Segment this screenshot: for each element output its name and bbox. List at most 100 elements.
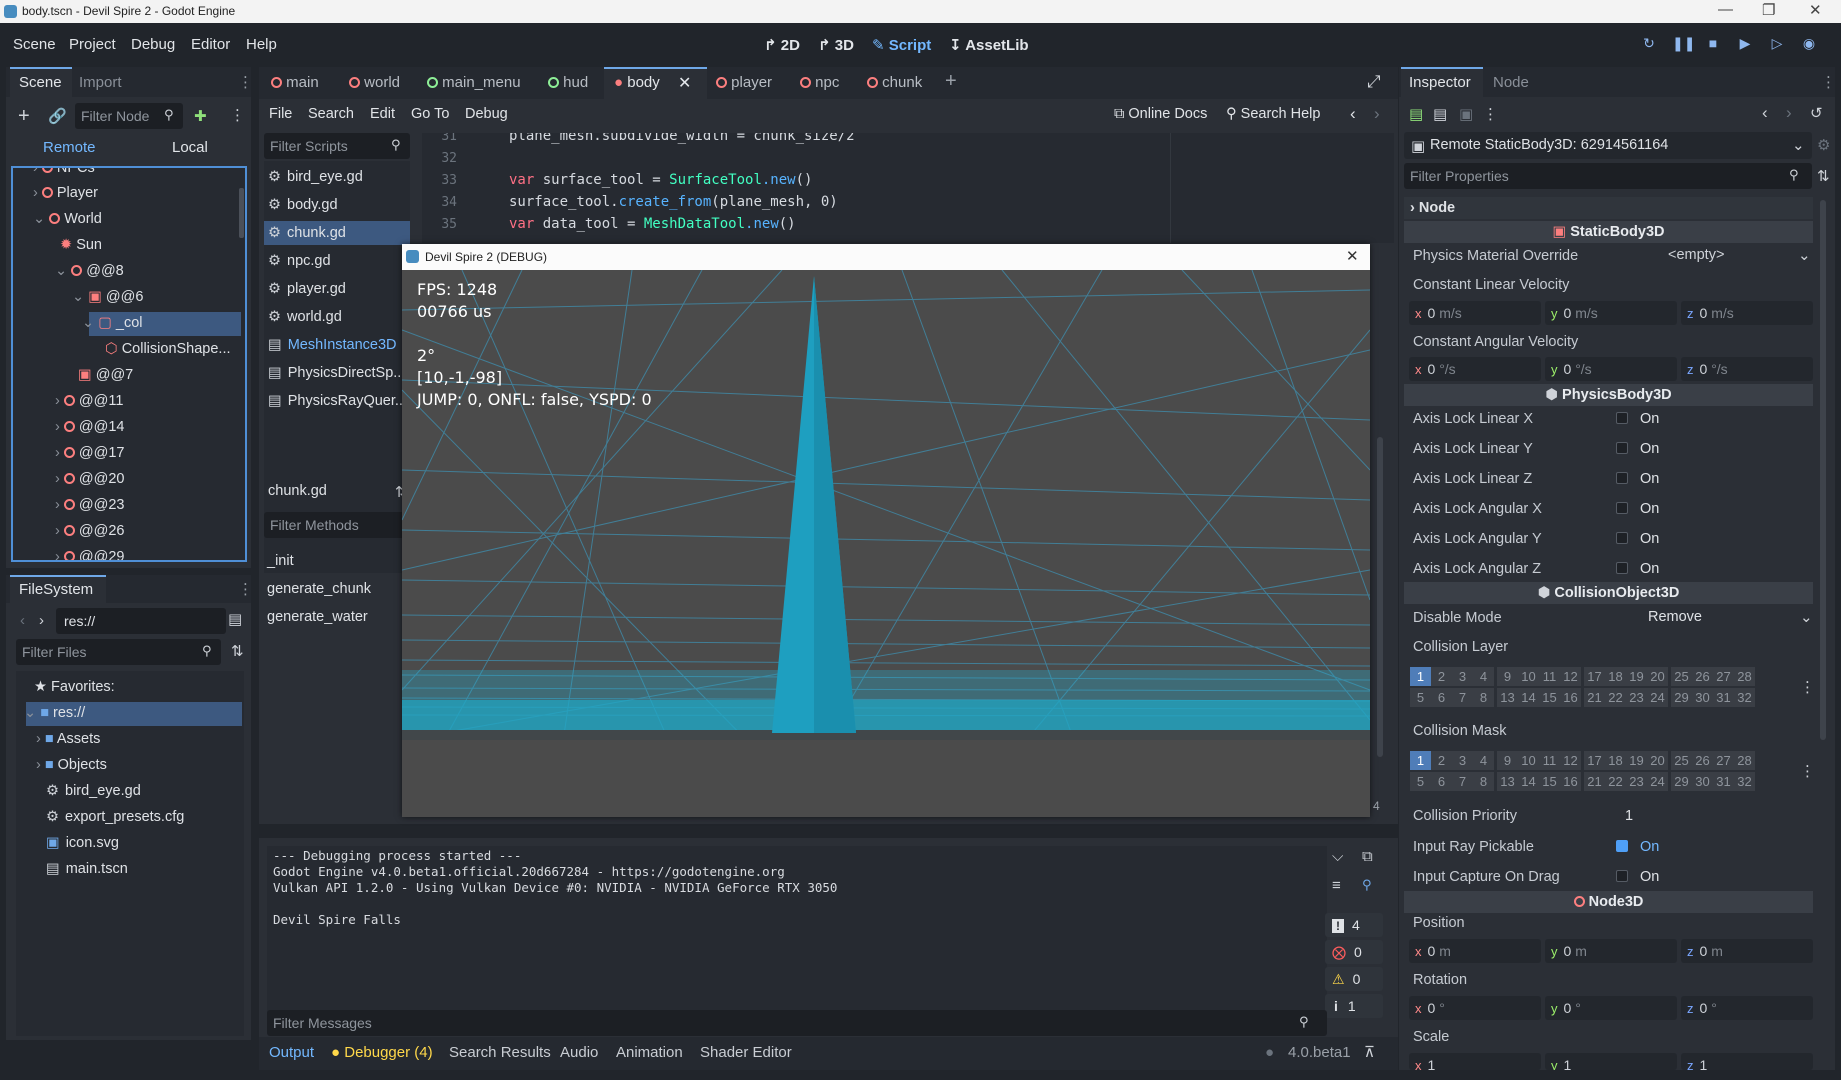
position-z[interactable]: z0 m xyxy=(1681,939,1813,963)
favorites-item[interactable]: ★ Favorites: xyxy=(34,679,115,695)
history-icon[interactable]: ↺ xyxy=(1810,104,1823,122)
layer-bit-27[interactable]: 27 xyxy=(1713,751,1734,770)
scale-y[interactable]: y1 xyxy=(1545,1053,1677,1070)
tab-node[interactable]: Node xyxy=(1493,74,1529,91)
layer-bit-9[interactable]: 9 xyxy=(1497,751,1518,770)
reload-icon[interactable]: ↻ xyxy=(1640,35,1658,53)
layer-bit-12[interactable]: 12 xyxy=(1560,751,1581,770)
maximize-icon[interactable]: ❐ xyxy=(1762,1,1775,19)
stop-icon[interactable]: ■ xyxy=(1704,35,1722,53)
bottom-tab-search-results[interactable]: Search Results xyxy=(449,1044,551,1061)
collision-priority-value[interactable]: 1 xyxy=(1625,808,1633,824)
layer-bit-27[interactable]: 27 xyxy=(1713,667,1734,686)
forward-icon[interactable]: › xyxy=(39,612,44,629)
play-scene-icon[interactable]: ▶ xyxy=(1736,35,1754,53)
scene-tab-npc[interactable]: npc xyxy=(800,74,839,91)
layer-bit-6[interactable]: 6 xyxy=(1431,688,1452,707)
local-tab[interactable]: Local xyxy=(172,139,208,156)
messages-counter[interactable]: ! 4 xyxy=(1325,913,1383,937)
minimize-icon[interactable]: — xyxy=(1718,1,1733,18)
tree-item-17[interactable]: › @@17 xyxy=(55,445,124,461)
menu-editor[interactable]: Editor xyxy=(191,36,230,53)
layer-bit-1[interactable]: 1 xyxy=(1410,667,1431,686)
tree-item-20[interactable]: › @@20 xyxy=(55,471,124,487)
dock-menu-icon[interactable]: ⋮ xyxy=(1821,73,1836,91)
layer-bit-13[interactable]: 13 xyxy=(1497,772,1518,791)
layer-bit-16[interactable]: 16 xyxy=(1560,688,1581,707)
layer-bit-23[interactable]: 23 xyxy=(1626,772,1647,791)
object-properties-icon[interactable]: ⚙ xyxy=(1817,136,1830,154)
layer-bit-17[interactable]: 17 xyxy=(1584,751,1605,770)
position-y[interactable]: y0 m xyxy=(1545,939,1677,963)
layer-bit-14[interactable]: 14 xyxy=(1518,688,1539,707)
script-item-world[interactable]: ⚙ world.gd xyxy=(268,309,342,325)
bottom-tab-output[interactable]: Output xyxy=(269,1044,314,1061)
file-item-bird-eye[interactable]: ⚙ bird_eye.gd xyxy=(46,783,141,799)
layer-bit-11[interactable]: 11 xyxy=(1539,751,1560,770)
input-ray-pickable-toggle[interactable]: On xyxy=(1616,839,1659,855)
errors-counter[interactable]: ⨂ 0 xyxy=(1325,940,1383,964)
output-log[interactable]: --- Debugging process started --- Godot … xyxy=(267,846,1327,1016)
file-item-export-presets[interactable]: ⚙ export_presets.cfg xyxy=(46,809,184,825)
doc-item-physicsray[interactable]: ▤ PhysicsRayQuer... xyxy=(268,393,407,409)
layer-bit-16[interactable]: 16 xyxy=(1560,772,1581,791)
layer-bit-4[interactable]: 4 xyxy=(1473,667,1494,686)
layer-bit-1[interactable]: 1 xyxy=(1410,751,1431,770)
axis-lock-1-toggle[interactable]: On xyxy=(1616,441,1659,457)
close-icon[interactable]: ✕ xyxy=(1346,247,1359,265)
bottom-tab-audio[interactable]: Audio xyxy=(560,1044,598,1061)
collision-layer-grid[interactable]: 1 2 3 4 9 10 11 12 17 18 19 20 25 26 27 28 5 6 7 8 13 14 15 16 2… xyxy=(1410,667,1755,707)
objects-folder-item[interactable]: › ■ Objects xyxy=(36,757,107,773)
scene-tab-main-menu[interactable]: main_menu xyxy=(427,74,521,91)
collision-layer-menu-icon[interactable]: ⋮ xyxy=(1800,678,1815,696)
script-item-body[interactable]: ⚙ body.gd xyxy=(268,197,338,213)
layer-bit-12[interactable]: 12 xyxy=(1560,667,1581,686)
menu-project[interactable]: Project xyxy=(69,36,116,53)
layer-bit-15[interactable]: 15 xyxy=(1539,688,1560,707)
layer-bit-2[interactable]: 2 xyxy=(1431,751,1452,770)
layer-bit-26[interactable]: 26 xyxy=(1692,751,1713,770)
layer-bit-15[interactable]: 15 xyxy=(1539,772,1560,791)
layer-bit-24[interactable]: 24 xyxy=(1647,688,1668,707)
warnings-counter[interactable]: ⚠ 0 xyxy=(1325,967,1383,991)
axis-lock-4-toggle[interactable]: On xyxy=(1616,531,1659,547)
split-view-icon[interactable]: ▤ xyxy=(228,610,242,628)
tree-item-world[interactable]: ⌄ World xyxy=(33,211,102,227)
menu-help[interactable]: Help xyxy=(246,36,277,53)
new-resource-icon[interactable]: ▤ xyxy=(1409,105,1423,123)
clear-output-icon[interactable]: ⌵ xyxy=(1332,848,1343,865)
section-staticbody3d[interactable]: ▣ StaticBody3D xyxy=(1404,221,1813,243)
tree-item-8[interactable]: ⌄ @@8 xyxy=(55,263,124,279)
filter-methods-input[interactable]: Filter Methods xyxy=(264,512,410,538)
collision-mask-grid[interactable]: 1 2 3 4 9 10 11 12 17 18 19 20 25 26 27 28 5 6 7 8 13 14 15 16 2… xyxy=(1410,751,1755,791)
method-init[interactable]: _init xyxy=(267,553,294,569)
history-forward-icon[interactable]: › xyxy=(1374,104,1380,124)
tree-item-11[interactable]: › @@11 xyxy=(55,393,123,409)
layer-bit-2[interactable]: 2 xyxy=(1431,667,1452,686)
layer-bit-30[interactable]: 30 xyxy=(1692,688,1713,707)
layer-bit-14[interactable]: 14 xyxy=(1518,772,1539,791)
layer-bit-28[interactable]: 28 xyxy=(1734,667,1755,686)
method-generate-water[interactable]: generate_water xyxy=(267,609,368,625)
layer-bit-3[interactable]: 3 xyxy=(1452,667,1473,686)
debug-game-window[interactable]: Devil Spire 2 (DEBUG) ✕ FPS: 1248 00766 … xyxy=(402,244,1370,817)
online-docs-button[interactable]: ⧉ Online Docs xyxy=(1114,106,1207,122)
const-linear-z[interactable]: z0 m/s xyxy=(1681,301,1813,325)
section-collisionobject3d[interactable]: ⬢ CollisionObject3D xyxy=(1404,582,1813,604)
const-angular-z[interactable]: z0 °/s xyxy=(1681,357,1813,381)
script-menu-file[interactable]: File xyxy=(269,106,292,122)
play-custom-icon[interactable]: ▷ xyxy=(1768,35,1786,53)
remote-scene-tree[interactable]: › NPCs › Player ⌄ World ✹ Sun ⌄ @@8 ⌄ ▣ … xyxy=(11,166,247,562)
workspace-assetlib-button[interactable]: ↧ AssetLib xyxy=(949,36,1029,54)
filter-files-input[interactable]: Filter Files xyxy=(16,639,221,665)
code-scrollbar[interactable] xyxy=(1377,437,1383,757)
assets-folder-item[interactable]: › ■ Assets xyxy=(36,731,100,747)
distraction-free-icon[interactable]: ⤢ xyxy=(1367,72,1381,92)
layer-bit-20[interactable]: 20 xyxy=(1647,667,1668,686)
const-angular-x[interactable]: x0 °/s xyxy=(1409,357,1541,381)
layer-bit-22[interactable]: 22 xyxy=(1605,688,1626,707)
remote-tab[interactable]: Remote xyxy=(43,139,96,156)
path-input[interactable]: res:// xyxy=(56,608,226,634)
layer-bit-5[interactable]: 5 xyxy=(1410,688,1431,707)
add-node-icon[interactable]: + xyxy=(18,105,30,128)
